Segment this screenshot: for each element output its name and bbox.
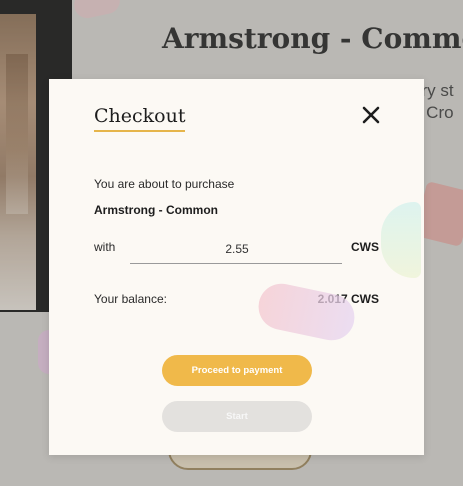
checkout-modal: Checkout You are about to purchase Armst… <box>49 79 424 455</box>
modal-title: Checkout <box>94 105 186 132</box>
balance-value: 2.017 CWS <box>317 292 379 306</box>
balance-row: Your balance: 2.017 CWS <box>94 292 379 310</box>
start-button[interactable]: Start <box>162 401 312 432</box>
balance-label: Your balance: <box>94 292 167 306</box>
close-button[interactable] <box>359 103 383 127</box>
amount-input[interactable] <box>130 234 342 264</box>
with-label: with <box>94 240 116 254</box>
proceed-to-payment-button[interactable]: Proceed to payment <box>162 355 312 386</box>
amount-currency: CWS <box>351 240 379 254</box>
purchase-item-name: Armstrong - Common <box>94 203 218 217</box>
purchase-intro-text: You are about to purchase <box>94 177 235 191</box>
payment-amount-row: with CWS <box>94 234 379 264</box>
close-icon <box>362 106 380 124</box>
